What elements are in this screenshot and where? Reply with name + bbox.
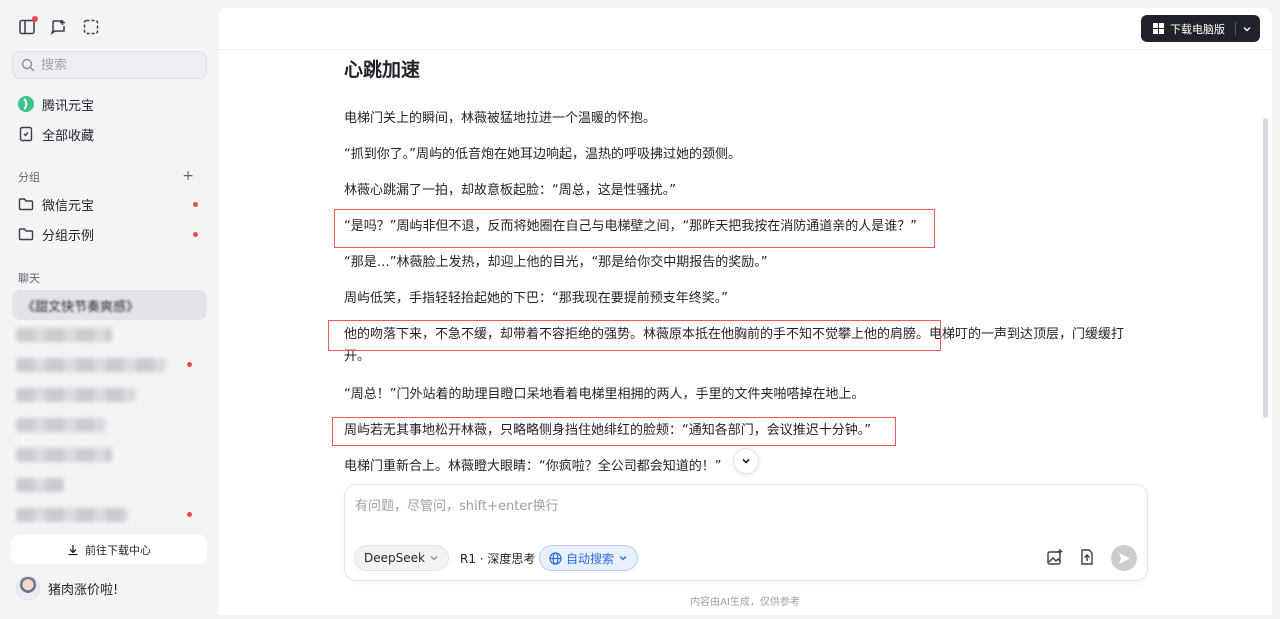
chat-section-label: 聊天 (18, 272, 40, 285)
send-button[interactable] (1111, 545, 1137, 571)
group-item-label: 微信元宝 (42, 198, 95, 214)
scroll-to-bottom-button[interactable] (733, 448, 759, 474)
highlight-box (334, 209, 935, 248)
download-center-button[interactable]: 前往下载中心 (11, 535, 207, 564)
username: 猪肉涨价啦! (48, 582, 119, 598)
paragraph: “抓到你了。”周屿的低音炮在她耳边响起，温热的呼吸拂过她的颈侧。 (344, 147, 741, 162)
notification-dot (32, 16, 38, 22)
chat-item-blurred[interactable] (16, 418, 106, 432)
divider (1235, 21, 1236, 36)
folder-icon (18, 198, 34, 211)
group-item-example[interactable]: 分组示例 (18, 224, 198, 244)
chevron-down-icon (619, 556, 627, 561)
download-pc-button[interactable]: 下载电脑版 (1141, 15, 1260, 42)
unread-dot (187, 362, 192, 367)
main-panel: 下载电脑版 心跳加速 电梯门关上的瞬间，林薇被猛地拉进一个温暖的怀抱。 “抓到你… (218, 8, 1272, 615)
chat-item-title: 《甜文快节奏爽感》 (22, 300, 140, 315)
highlight-box (332, 417, 896, 446)
nav-yuanbao[interactable]: 腾讯元宝 (18, 94, 94, 114)
auto-search-toggle[interactable]: 自动搜索 (539, 545, 639, 571)
sidebar: 腾讯元宝 全部收藏 分组 + 微信元宝 分组示例 聊天 《甜文快节奏爽感》 前往… (0, 0, 218, 619)
chat-item-blurred[interactable] (16, 388, 136, 402)
unread-dot (187, 512, 192, 517)
paragraph: 周屿低笑，手指轻轻抬起她的下巴：“那我现在要提前预支年终奖。” (344, 291, 728, 306)
folder-icon (18, 228, 34, 241)
screenshot-icon[interactable] (82, 18, 100, 36)
chat-item-blurred[interactable] (16, 328, 112, 342)
unread-dot (193, 231, 198, 237)
bookmark-icon (19, 126, 33, 142)
download-center-label: 前往下载中心 (85, 543, 151, 557)
nav-favorites[interactable]: 全部收藏 (18, 124, 94, 144)
paragraph: 电梯门关上的瞬间，林薇被猛地拉进一个温暖的怀抱。 (344, 111, 657, 126)
chat-item-active[interactable]: 《甜文快节奏爽感》 (12, 290, 207, 320)
model-select[interactable]: DeepSeek (354, 545, 449, 571)
auto-search-label: 自动搜索 (566, 551, 615, 566)
highlight-box (328, 320, 941, 351)
scrollbar-thumb[interactable] (1263, 118, 1268, 418)
chat-item-blurred[interactable] (16, 358, 166, 372)
user-profile[interactable]: 猪肉涨价啦! (16, 576, 118, 600)
paragraph: 林薇心跳漏了一拍，却故意板起脸：“周总，这是性骚扰。” (344, 183, 676, 198)
download-pc-label: 下载电脑版 (1170, 22, 1225, 36)
nav-favorites-label: 全部收藏 (42, 128, 95, 144)
search-input[interactable] (41, 57, 191, 73)
chevron-down-icon[interactable] (1242, 24, 1252, 34)
model-select-label: DeepSeek (364, 551, 425, 565)
upload-file-icon[interactable] (1077, 547, 1097, 567)
deep-think-label: R1 · 深度思考 (460, 551, 536, 566)
chevron-down-icon (742, 458, 750, 464)
message-input[interactable] (355, 495, 1135, 519)
ai-disclaimer: 内容由AI生成，仅供参考 (690, 597, 800, 608)
deep-think-toggle[interactable]: R1 · 深度思考 (451, 545, 544, 571)
chat-item-blurred[interactable] (16, 478, 64, 492)
search-icon (21, 58, 35, 72)
add-group-icon[interactable]: + (182, 168, 194, 184)
chevron-down-icon (430, 556, 438, 561)
groups-section-label: 分组 (18, 171, 40, 184)
document-title: 心跳加速 (344, 59, 421, 81)
chat-item-blurred[interactable] (16, 448, 112, 462)
composer: DeepSeek R1 · 深度思考 自动搜索 (344, 484, 1148, 581)
group-item-wechat[interactable]: 微信元宝 (18, 194, 198, 214)
sidebar-toggle-icon[interactable] (18, 16, 38, 36)
download-icon (68, 544, 78, 555)
paragraph: “那是…”林薇脸上发热，却迎上他的目光，“那是给你交中期报告的奖励。” (344, 255, 768, 270)
new-chat-icon[interactable] (50, 18, 68, 36)
unread-dot (193, 201, 198, 207)
group-item-label: 分组示例 (42, 228, 95, 244)
globe-icon (549, 551, 562, 565)
search-box[interactable] (12, 51, 207, 79)
upload-image-icon[interactable] (1045, 547, 1065, 567)
yuanbao-logo-icon (18, 96, 34, 112)
paragraph: “周总！”门外站着的助理目瞪口呆地看着电梯里相拥的两人，手里的文件夹啪嗒掉在地上… (344, 387, 865, 402)
sidebar-top-icons (18, 16, 100, 36)
avatar (16, 576, 40, 600)
top-bar: 下载电脑版 (218, 8, 1272, 50)
send-icon (1118, 552, 1130, 564)
windows-icon (1153, 23, 1164, 34)
document-content: 心跳加速 电梯门关上的瞬间，林薇被猛地拉进一个温暖的怀抱。 “抓到你了。”周屿的… (328, 56, 1154, 474)
chat-item-blurred[interactable] (16, 508, 128, 522)
nav-yuanbao-label: 腾讯元宝 (42, 98, 95, 114)
